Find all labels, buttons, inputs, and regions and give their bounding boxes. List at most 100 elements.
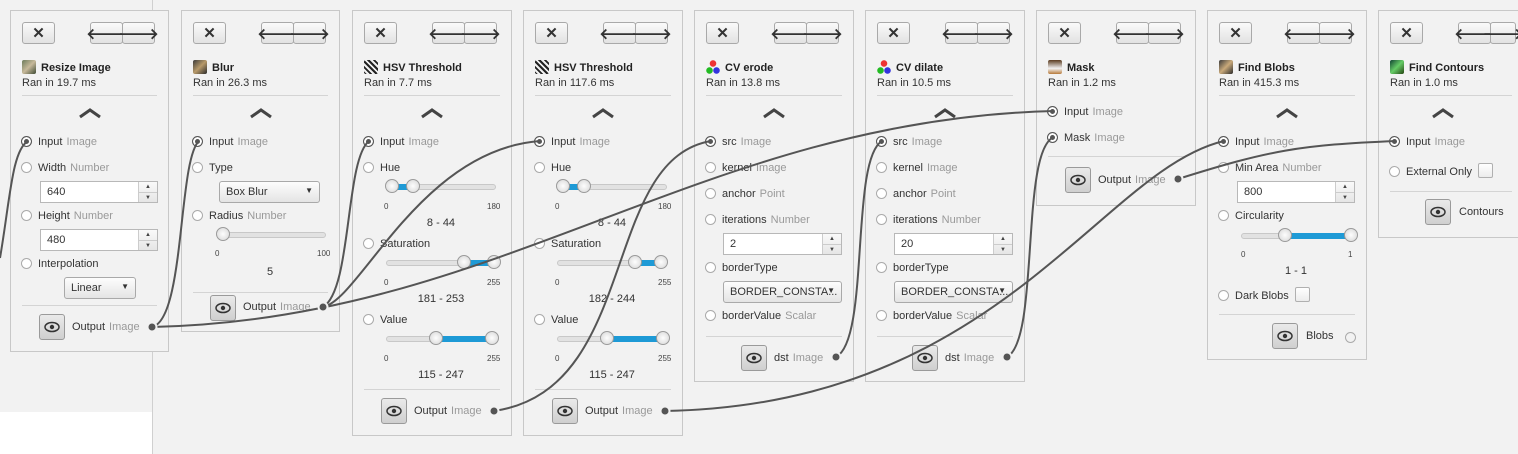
increment-icon[interactable]: ▲ [994, 234, 1012, 244]
input-socket[interactable] [363, 136, 374, 147]
circularity-high-knob[interactable] [1344, 228, 1358, 242]
external-only-socket[interactable] [1389, 166, 1400, 177]
hue-range-slider[interactable] [384, 179, 496, 193]
dark-blobs-socket[interactable] [1218, 290, 1229, 301]
height-input[interactable]: 480 ▲ ▼ [40, 229, 158, 251]
decrement-icon[interactable]: ▼ [1336, 192, 1354, 203]
remove-operation-button[interactable]: ✕ [877, 22, 910, 44]
move-right-button[interactable]: 🡒 [631, 22, 672, 44]
decrement-icon[interactable]: ▼ [823, 244, 841, 255]
collapse-chevron-icon[interactable] [524, 107, 682, 122]
min-area-input[interactable]: 800 ▲ ▼ [1237, 181, 1355, 203]
remove-operation-button[interactable]: ✕ [364, 22, 397, 44]
kernel-socket[interactable] [876, 162, 887, 173]
saturation-high-knob[interactable] [487, 255, 502, 269]
move-right-button[interactable]: 🡒 [973, 22, 1014, 44]
remove-operation-button[interactable]: ✕ [1048, 22, 1081, 44]
increment-icon[interactable]: ▲ [823, 234, 841, 244]
collapse-chevron-icon[interactable] [1379, 107, 1507, 122]
height-stepper[interactable]: ▲ ▼ [138, 230, 157, 250]
preview-toggle-button[interactable] [39, 314, 65, 340]
saturation-low-knob[interactable] [456, 255, 471, 269]
input-socket[interactable] [1218, 136, 1229, 147]
preview-toggle-button[interactable] [552, 398, 578, 424]
move-right-button[interactable]: 🡒 [802, 22, 843, 44]
decrement-icon[interactable]: ▼ [139, 240, 157, 251]
hue-socket[interactable] [363, 162, 374, 173]
preview-toggle-button[interactable] [1425, 199, 1451, 225]
iterations-stepper[interactable]: ▲ ▼ [993, 234, 1012, 254]
value-low-knob[interactable] [428, 331, 443, 345]
saturation-range-slider[interactable] [386, 255, 502, 269]
iterations-socket[interactable] [876, 214, 887, 225]
collapse-chevron-icon[interactable] [866, 107, 1024, 122]
move-right-button[interactable]: 🡒 [1483, 22, 1518, 44]
preview-toggle-button[interactable] [381, 398, 407, 424]
input-socket[interactable] [1389, 136, 1400, 147]
saturation-low-knob[interactable] [628, 255, 643, 269]
external-only-checkbox[interactable] [1478, 163, 1494, 178]
iterations-input[interactable]: 20 ▲ ▼ [894, 233, 1013, 255]
input-socket[interactable] [192, 136, 203, 147]
saturation-socket[interactable] [534, 238, 545, 249]
value-range-slider[interactable] [386, 331, 499, 345]
move-right-button[interactable]: 🡒 [460, 22, 501, 44]
decrement-icon[interactable]: ▼ [139, 192, 157, 203]
value-low-knob[interactable] [599, 331, 614, 345]
src-socket[interactable] [705, 136, 716, 147]
increment-icon[interactable]: ▲ [1336, 182, 1354, 192]
value-socket[interactable] [534, 314, 545, 325]
preview-toggle-button[interactable] [210, 295, 236, 321]
hue-high-knob[interactable] [406, 179, 421, 193]
dark-blobs-checkbox[interactable] [1294, 287, 1310, 302]
move-right-button[interactable]: 🡒 [118, 22, 159, 44]
increment-icon[interactable]: ▲ [139, 230, 157, 240]
input-socket[interactable] [534, 136, 545, 147]
remove-operation-button[interactable]: ✕ [1390, 22, 1423, 44]
iterations-stepper[interactable]: ▲ ▼ [822, 234, 841, 254]
min-area-socket[interactable] [1218, 162, 1229, 173]
anchor-socket[interactable] [876, 188, 887, 199]
preview-toggle-button[interactable] [1272, 323, 1298, 349]
remove-operation-button[interactable]: ✕ [1219, 22, 1252, 44]
border-type-select[interactable]: BORDER_CONSTA... ▼ [723, 281, 842, 303]
input-socket[interactable] [21, 136, 32, 147]
move-right-button[interactable]: 🡒 [1144, 22, 1185, 44]
circularity-socket[interactable] [1218, 210, 1229, 221]
blobs-output-socket[interactable] [1345, 332, 1356, 343]
collapse-chevron-icon[interactable] [1208, 107, 1366, 122]
mask-socket[interactable] [1047, 132, 1058, 143]
border-type-socket[interactable] [705, 262, 716, 273]
saturation-socket[interactable] [363, 238, 374, 249]
interpolation-socket[interactable] [21, 258, 32, 269]
type-socket[interactable] [192, 162, 203, 173]
iterations-socket[interactable] [705, 214, 716, 225]
border-type-socket[interactable] [876, 262, 887, 273]
border-type-select[interactable]: BORDER_CONSTA... ▼ [894, 281, 1013, 303]
increment-icon[interactable]: ▲ [139, 182, 157, 192]
min-area-stepper[interactable]: ▲ ▼ [1335, 182, 1354, 202]
remove-operation-button[interactable]: ✕ [535, 22, 568, 44]
collapse-chevron-icon[interactable] [353, 107, 511, 122]
radius-socket[interactable] [192, 210, 203, 221]
remove-operation-button[interactable]: ✕ [706, 22, 739, 44]
remove-operation-button[interactable]: ✕ [22, 22, 55, 44]
value-range-slider[interactable] [557, 331, 670, 345]
iterations-input[interactable]: 2 ▲ ▼ [723, 233, 842, 255]
border-value-socket[interactable] [705, 310, 716, 321]
width-input[interactable]: 640 ▲ ▼ [40, 181, 158, 203]
collapse-chevron-icon[interactable] [182, 107, 339, 122]
hue-range-slider[interactable] [555, 179, 667, 193]
border-value-socket[interactable] [876, 310, 887, 321]
move-right-button[interactable]: 🡒 [1315, 22, 1356, 44]
input-socket[interactable] [1047, 106, 1058, 117]
interpolation-select[interactable]: Linear ▼ [64, 277, 136, 299]
preview-toggle-button[interactable] [912, 345, 938, 371]
anchor-socket[interactable] [705, 188, 716, 199]
value-high-knob[interactable] [655, 331, 670, 345]
preview-toggle-button[interactable] [741, 345, 767, 371]
decrement-icon[interactable]: ▼ [994, 244, 1012, 255]
circularity-low-knob[interactable] [1277, 228, 1292, 242]
value-socket[interactable] [363, 314, 374, 325]
saturation-range-slider[interactable] [557, 255, 669, 269]
